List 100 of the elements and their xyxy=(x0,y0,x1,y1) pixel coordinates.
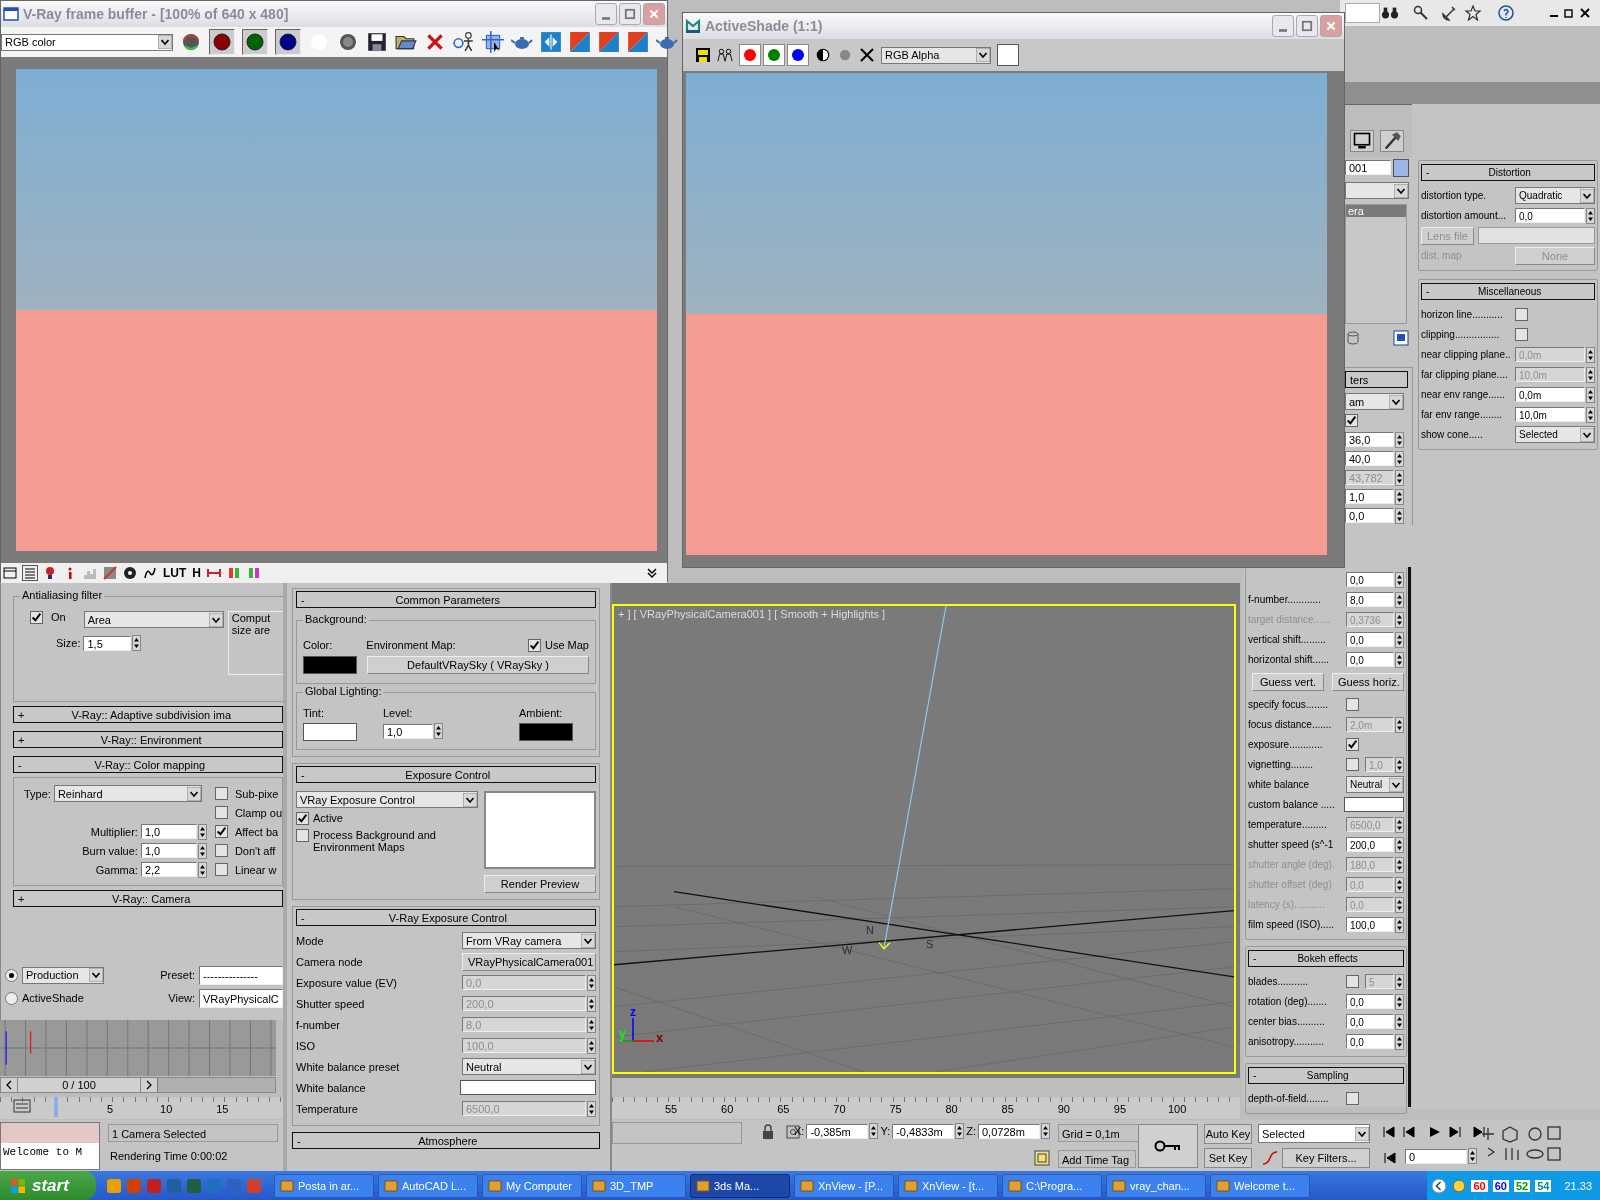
split-view-icon[interactable] xyxy=(540,31,562,53)
minimize-button[interactable] xyxy=(1272,15,1294,37)
spinner-field[interactable]: 0,0 xyxy=(1346,652,1394,667)
auto-key-button[interactable]: Auto Key xyxy=(1204,1124,1252,1144)
guess-button[interactable]: Guess horiz. xyxy=(1332,673,1404,691)
spinner-arrows-icon[interactable] xyxy=(1395,591,1404,608)
spinner-field[interactable]: 1,0 xyxy=(140,843,197,858)
color-picker-icon[interactable] xyxy=(43,566,57,580)
camera-node-button[interactable]: VRayPhysicalCamera001 xyxy=(462,952,596,971)
configure-icon[interactable] xyxy=(1393,329,1409,346)
h-button[interactable]: H xyxy=(192,566,201,580)
mono-icon[interactable] xyxy=(337,31,359,53)
binoculars-icon[interactable] xyxy=(1381,5,1399,21)
color-swatch[interactable] xyxy=(997,44,1019,66)
taskbar-button[interactable]: Welcome t... xyxy=(1210,1173,1310,1198)
ab-compare-icon[interactable] xyxy=(598,31,620,53)
spinner-arrows-icon[interactable] xyxy=(1395,571,1404,588)
spinner-arrows-icon[interactable] xyxy=(955,1123,965,1139)
spinner-arrows-icon[interactable] xyxy=(1395,611,1404,628)
dropdown[interactable]: am xyxy=(1345,393,1404,410)
taskbar-button[interactable]: 3ds Ma... xyxy=(690,1173,790,1198)
taskbar-button[interactable]: AutoCAD L... xyxy=(378,1173,478,1198)
dropdown[interactable]: Area xyxy=(83,611,224,628)
spinner-arrows-icon[interactable] xyxy=(587,1016,596,1033)
spinner-arrows-icon[interactable] xyxy=(1395,450,1404,467)
rollout-header[interactable]: - V-Ray:: Color mapping xyxy=(13,756,283,773)
rollout-header[interactable]: - Atmosphere xyxy=(292,1132,600,1149)
caret-icon[interactable] xyxy=(158,35,172,49)
spinner-field[interactable]: 40,0 xyxy=(1345,451,1394,466)
color-swatch[interactable] xyxy=(303,656,357,674)
spinner-arrows-icon[interactable] xyxy=(1395,916,1404,933)
lock-icon[interactable] xyxy=(760,1124,776,1140)
spinner-arrows-icon[interactable] xyxy=(1041,1123,1050,1139)
caret-icon[interactable] xyxy=(1355,1126,1369,1141)
chevron-icon[interactable] xyxy=(1431,1177,1448,1194)
spinner-arrows-icon[interactable] xyxy=(1586,346,1595,363)
people-icon[interactable] xyxy=(717,47,733,63)
caret-icon[interactable] xyxy=(976,48,990,62)
cylinder-icon[interactable] xyxy=(1345,329,1361,346)
region-icon[interactable] xyxy=(482,31,504,53)
checkbox[interactable] xyxy=(1346,1092,1359,1105)
set-key-mode-button[interactable]: Set Key xyxy=(1204,1148,1252,1168)
caret-icon[interactable] xyxy=(186,786,201,801)
file-field[interactable] xyxy=(1478,227,1595,244)
checkbox[interactable] xyxy=(1346,698,1359,711)
next-frame-icon[interactable] xyxy=(145,1080,153,1090)
stereo-icon[interactable] xyxy=(207,566,221,580)
track-view-icon[interactable] xyxy=(12,1098,32,1114)
spinner-arrows-icon[interactable] xyxy=(1586,386,1595,403)
checkbox[interactable] xyxy=(527,638,541,652)
time-tag-icon[interactable] xyxy=(1034,1150,1050,1166)
minimize-button[interactable] xyxy=(595,3,617,25)
time-ruler[interactable]: 55 60 65 70 75 80 85 90 95 100 xyxy=(612,1097,1240,1119)
caret-icon[interactable] xyxy=(1389,394,1403,409)
spinner-field[interactable]: 1,0 xyxy=(1345,489,1394,504)
list-box[interactable]: era xyxy=(1345,204,1407,324)
list-icon[interactable] xyxy=(23,566,37,580)
curve-icon[interactable] xyxy=(1262,1150,1278,1166)
taskbar-button[interactable]: vray_chan... xyxy=(1106,1173,1206,1198)
dropdown[interactable]: Quadratic xyxy=(1515,187,1595,204)
curve-icon[interactable] xyxy=(103,566,117,580)
spinner-field[interactable]: 0,0 xyxy=(1346,994,1394,1009)
spinner-field[interactable]: -0,4833m xyxy=(892,1123,955,1139)
spinner-field[interactable]: -0,385m xyxy=(806,1123,869,1139)
dropdown[interactable]: From VRay camera xyxy=(462,932,596,949)
spinner-arrows-icon[interactable] xyxy=(587,1100,596,1117)
rollout-header[interactable]: - Exposure Control xyxy=(296,766,596,783)
spinner-field[interactable]: 0,0 xyxy=(1515,208,1585,223)
spinner-field[interactable]: 1,0 xyxy=(140,824,197,839)
spinner-field[interactable]: 0,0 xyxy=(1346,1014,1394,1029)
spinner-arrows-icon[interactable] xyxy=(1395,469,1404,486)
dropdown[interactable]: RGB Alpha xyxy=(881,46,991,64)
rgb-channels-icon[interactable] xyxy=(180,31,202,53)
rollout-header[interactable]: ters xyxy=(1345,371,1408,388)
taskbar-button[interactable]: XnView - [t... xyxy=(898,1173,998,1198)
spinner-arrows-icon[interactable] xyxy=(1395,896,1404,913)
spinner-arrows-icon[interactable] xyxy=(132,635,141,651)
spinner-arrows-icon[interactable] xyxy=(1586,366,1595,383)
rollout-header[interactable]: - Sampling xyxy=(1248,1067,1404,1084)
dropdown[interactable]: Selected xyxy=(1258,1124,1370,1143)
caret-icon[interactable] xyxy=(581,1059,595,1074)
maximize-button[interactable] xyxy=(1296,15,1318,37)
view-field[interactable]: VRayPhysicalC xyxy=(199,988,283,1008)
dropdown[interactable]: RGB color xyxy=(1,33,173,51)
spinner-field[interactable]: 8,0 xyxy=(1346,592,1394,607)
checkbox[interactable] xyxy=(30,611,43,624)
spinner-field[interactable]: 100,0 xyxy=(1346,917,1394,932)
spinner-field[interactable]: 0,0728m xyxy=(978,1123,1040,1139)
dropdown[interactable]: Neutral xyxy=(462,1058,596,1075)
spinner-arrows-icon[interactable] xyxy=(1395,488,1404,505)
spinner-arrows-icon[interactable] xyxy=(869,1123,879,1139)
window-icon[interactable] xyxy=(3,566,17,580)
caret-icon[interactable] xyxy=(1389,777,1403,792)
dropdown[interactable]: Neutral xyxy=(1346,776,1404,793)
spinner-arrows-icon[interactable] xyxy=(1395,816,1404,833)
taskbar-button[interactable]: My Computer xyxy=(482,1173,582,1198)
launcher-icon[interactable] xyxy=(106,1177,122,1194)
radio-button[interactable] xyxy=(5,968,18,982)
spinner-field[interactable]: 0,0 xyxy=(1346,632,1394,647)
spinner-field[interactable]: 36,0 xyxy=(1345,432,1394,447)
